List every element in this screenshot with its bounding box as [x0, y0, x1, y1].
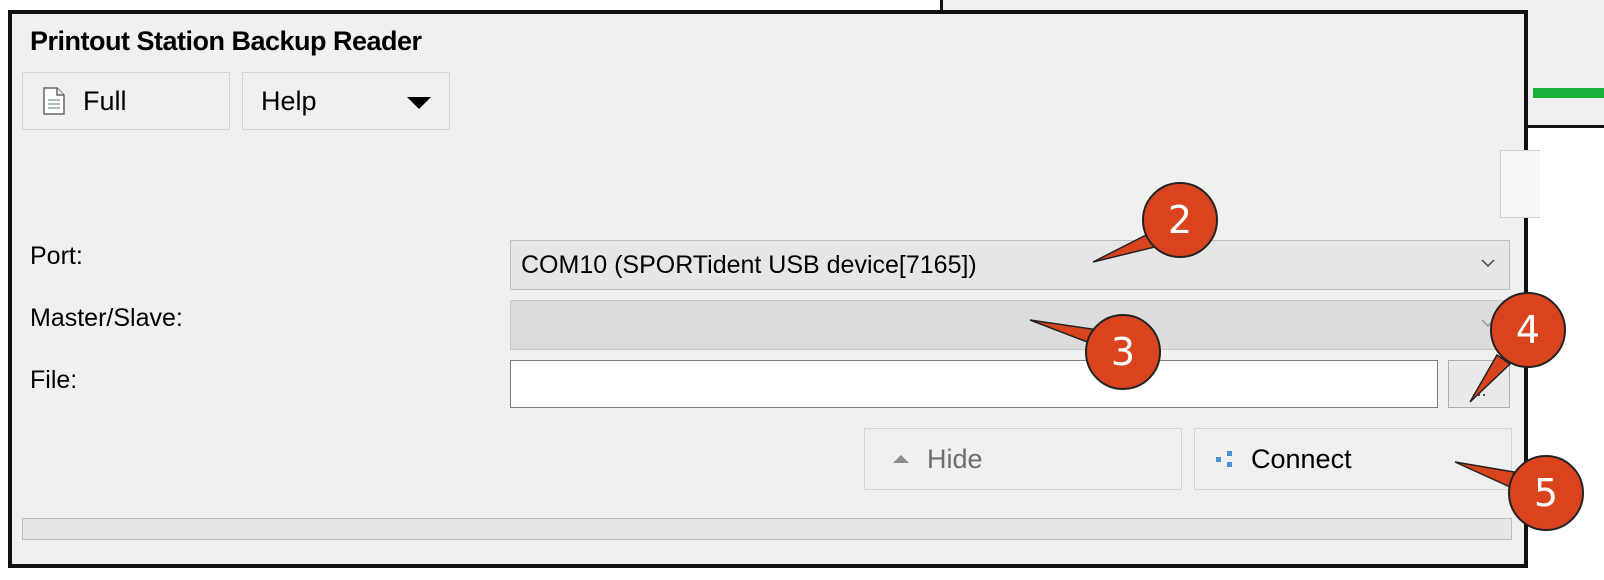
connect-button-label: Connect [1251, 443, 1352, 474]
hide-button[interactable]: Hide [864, 428, 1182, 490]
help-dropdown-button[interactable]: Help [242, 72, 450, 130]
document-icon [43, 87, 65, 115]
hide-button-label: Hide [927, 443, 983, 474]
port-select-value: COM10 (SPORTident USB device[7165]) [521, 250, 977, 279]
side-panel-button[interactable] [1500, 150, 1540, 218]
file-label: File: [30, 366, 78, 394]
help-button-label: Help [261, 85, 317, 116]
backup-reader-dialog: Printout Station Backup Reader Full Help… [8, 10, 1540, 568]
full-button[interactable]: Full [22, 72, 230, 130]
port-select[interactable]: COM10 (SPORTident USB device[7165]) [510, 240, 1510, 290]
master-slave-select[interactable] [510, 300, 1510, 350]
triangle-up-icon [893, 455, 909, 463]
port-label: Port: [30, 242, 83, 270]
callout-badge: 3 [1085, 314, 1161, 390]
file-path-input[interactable] [510, 360, 1438, 408]
background-progress-bar [1533, 88, 1604, 98]
callout-badge: 4 [1490, 292, 1566, 368]
browse-file-button[interactable]: ... [1448, 360, 1510, 408]
caret-down-icon [407, 97, 431, 109]
master-slave-label: Master/Slave: [30, 304, 183, 332]
callout-badge: 5 [1508, 455, 1584, 531]
full-button-label: Full [83, 85, 127, 116]
chevron-down-icon [1481, 259, 1495, 268]
connect-icon [1216, 451, 1232, 467]
window-title: Printout Station Backup Reader [30, 26, 422, 56]
callout-badge: 2 [1142, 182, 1218, 258]
progress-bar [22, 518, 1512, 540]
connect-button[interactable]: Connect [1194, 428, 1512, 490]
